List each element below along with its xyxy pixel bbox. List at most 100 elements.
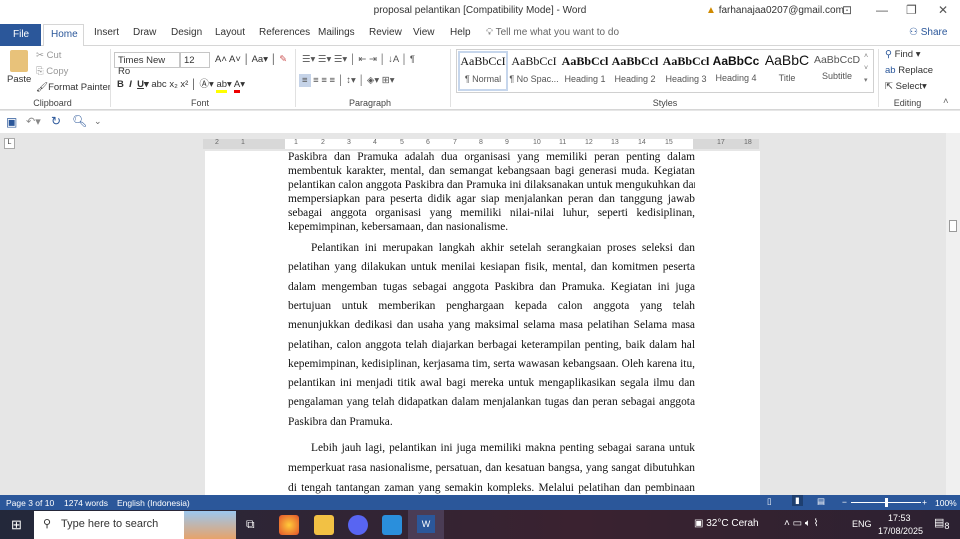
notification-icon[interactable]: ▤8 (934, 516, 950, 531)
format-painter-label: Format Painter (48, 82, 111, 93)
file-explorer-icon[interactable] (314, 515, 334, 535)
close-button[interactable]: ✕ (938, 3, 948, 17)
style-sample: AaBbCcI (460, 54, 506, 68)
windows-start-icon[interactable]: ⊞ (11, 517, 22, 533)
tab-review[interactable]: Review (369, 27, 402, 38)
document-line: kepemimpinan, kedisiplinan, kerjasama ti… (288, 357, 695, 370)
weather-widget[interactable]: ▣ 32°C Cerah (694, 518, 759, 529)
style-heading-3[interactable]: AaBbCcl Heading 3 (661, 54, 711, 84)
discord-icon[interactable] (348, 515, 368, 535)
tray-icons[interactable]: ˄ ▭ 🔈︎ ⌇ (784, 518, 819, 529)
input-language[interactable]: ENG (852, 519, 872, 529)
styles-scroll[interactable]: ˄ ˅ ▾ (864, 51, 868, 87)
tab-design[interactable]: Design (171, 27, 202, 38)
select-label: Select (895, 81, 923, 92)
clock-date[interactable]: 17/08/2025 (878, 526, 923, 536)
tab-insert[interactable]: Insert (94, 27, 119, 38)
ribbon-display-icon[interactable]: ⊡ (842, 3, 852, 17)
find-button[interactable]: ⚲ Find ▾ (885, 49, 921, 60)
paste-button[interactable]: Paste (7, 74, 31, 85)
replace-button[interactable]: ab Replace (885, 65, 933, 76)
style-normal[interactable]: AaBbCcI ¶ Normal (458, 54, 508, 84)
zoom-slider-thumb[interactable] (885, 498, 888, 507)
tab-file[interactable]: File (0, 24, 41, 46)
print-layout-icon[interactable]: ▮ (792, 495, 803, 506)
document-line: pelatihan yang dilakukan untuk menilai k… (288, 261, 695, 274)
task-view-icon[interactable]: ⧉ (246, 517, 255, 532)
page-count[interactable]: Page 3 of 10 (6, 498, 54, 508)
zoom-in-button[interactable]: + (922, 497, 927, 507)
tab-draw[interactable]: Draw (133, 27, 156, 38)
weather-text: 32°C Cerah (706, 518, 759, 529)
style-heading-4[interactable]: AaBbCc Heading 4 (711, 54, 761, 83)
zoom-level[interactable]: 100% (935, 498, 957, 508)
document-line: Lebih jauh lagi, pelantikan ini juga mem… (311, 442, 695, 454)
vertical-scrollbar[interactable] (946, 133, 960, 495)
tab-layout[interactable]: Layout (215, 27, 245, 38)
ribbon-tabs: Insert Draw Design Layout References Mai… (0, 22, 960, 46)
style-heading-1[interactable]: AaBbCcl Heading 1 (560, 54, 610, 84)
restore-button[interactable]: ❐ (906, 3, 917, 17)
style-no-spacing[interactable]: AaBbCcI ¶ No Spac... (509, 54, 559, 84)
ruler-number: 14 (638, 139, 646, 146)
alignment-buttons[interactable]: ≡ ≡ ≡ ≡ │ ↕▾ │ ◈▾ ⊞▾ (299, 74, 395, 87)
tab-home[interactable]: Home (43, 24, 84, 47)
style-heading-2[interactable]: AaBbCcl Heading 2 (610, 54, 660, 84)
share-button[interactable]: ⚇ Share (909, 27, 947, 38)
font-name-select[interactable]: Times New Ro (114, 52, 180, 77)
share-label: Share (920, 27, 948, 38)
web-layout-icon[interactable]: ▤ (817, 496, 825, 507)
tab-view[interactable]: View (413, 27, 435, 38)
scroll-thumb[interactable] (949, 220, 957, 232)
customize-qat-icon[interactable]: ⌄ (94, 116, 102, 127)
document-line: Paskibra dan Pramuka. (288, 415, 393, 428)
quick-access-toolbar: ▣ ↶▾ ↻ 🔍︎ ⌄ (0, 111, 960, 133)
document-line: mempersiapkan para peserta didik agar si… (288, 193, 695, 205)
word-count[interactable]: 1274 words (64, 498, 108, 508)
align-left-button[interactable]: ≡ (299, 74, 311, 87)
font-size-select[interactable]: 12 (180, 52, 210, 68)
taskbar-search[interactable]: ⚲ Type here to search (34, 511, 236, 539)
account-email: farhanajaa0207@gmail.com (718, 5, 844, 16)
copy-button[interactable]: ⎘ Copy (36, 66, 68, 77)
style-sample: AaBbCcl (611, 54, 659, 68)
cut-button[interactable]: ✂ Cut (36, 50, 61, 61)
clock-time[interactable]: 17:53 (888, 513, 911, 523)
horizontal-ruler[interactable]: 2 1 1 2 3 4 5 6 7 8 9 10 11 12 13 14 15 17 18 (203, 139, 759, 149)
divider (878, 49, 879, 107)
ribbon: Paste ✂ Cut ⎘ Copy 🖌︎Format Painter Clip… (0, 46, 960, 110)
style-title[interactable]: AaBbC Title (762, 52, 812, 83)
minimize-button[interactable]: — (876, 3, 888, 17)
collapse-ribbon-icon[interactable]: ˄ (943, 96, 949, 107)
divider (450, 49, 451, 107)
list-indent-buttons[interactable]: ☰▾ ☰▾ ☰▾ │ ⇤ ⇥ │ ↓A │ ¶ (302, 54, 415, 65)
redo-icon[interactable]: ↻ (51, 114, 61, 128)
vscode-icon[interactable] (382, 515, 402, 535)
tab-selector[interactable]: L (4, 138, 15, 149)
ruler-number: 5 (400, 139, 404, 146)
account[interactable]: ▲ farhanajaa0207@gmail.com (706, 5, 844, 16)
tab-help[interactable]: Help (450, 27, 471, 38)
read-mode-icon[interactable]: ▯ (767, 496, 772, 507)
tab-references[interactable]: References (259, 27, 310, 38)
save-icon[interactable]: ▣ (6, 115, 17, 129)
style-subtitle[interactable]: AaBbCcD Subtitle (812, 54, 862, 81)
firefox-icon[interactable] (279, 515, 299, 535)
tab-mailings[interactable]: Mailings (318, 27, 355, 38)
warning-icon: ▲ (706, 5, 716, 16)
style-sample: AaBbCcl (561, 54, 609, 68)
style-name: Heading 4 (715, 73, 757, 83)
tell-me-search[interactable]: 💡︎ Tell me what you want to do (486, 27, 619, 38)
select-button[interactable]: ⇱ Select▾ (885, 81, 927, 92)
word-taskbar-active[interactable]: W (408, 510, 444, 539)
font-format-buttons[interactable]: B I U▾ abc x₂ x² │ Ⓐ▾ ab▾ A▾ (117, 76, 245, 93)
title-bar: proposal pelantikan [Compatibility Mode]… (0, 0, 960, 22)
format-painter-button[interactable]: 🖌︎Format Painter (36, 82, 111, 93)
ruler-number: 17 (717, 139, 725, 146)
undo-icon[interactable]: ↶▾ (26, 115, 41, 128)
language[interactable]: English (Indonesia) (117, 498, 190, 508)
document-line: kepemimpinan, kebersamaan, dan nasionali… (288, 221, 509, 233)
print-preview-icon[interactable]: 🔍︎ (72, 114, 87, 128)
font-size-tools[interactable]: A˄ A˅ │ Aa▾ │ ✎ (215, 54, 287, 65)
zoom-out-button[interactable]: − (842, 497, 847, 507)
